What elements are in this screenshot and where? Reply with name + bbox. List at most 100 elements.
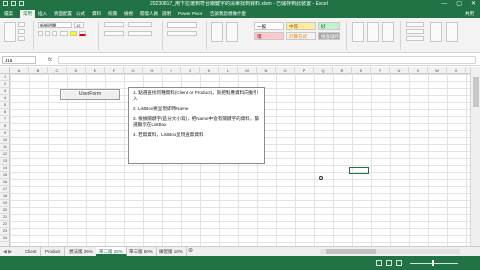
row-header[interactable]: 9 xyxy=(0,130,10,137)
row-header[interactable]: 21 xyxy=(0,214,10,221)
tell-me-search[interactable]: 告訴我您想做什麼 xyxy=(210,10,246,18)
italic-icon[interactable] xyxy=(45,31,50,36)
row-header[interactable]: 5 xyxy=(0,102,10,109)
align-left-icons[interactable] xyxy=(104,31,124,36)
clear-icon[interactable] xyxy=(406,36,424,41)
row-header[interactable]: 3 xyxy=(0,88,10,95)
row-header[interactable]: 6 xyxy=(0,109,10,116)
column-header[interactable]: D xyxy=(67,67,86,74)
insert-cells-button[interactable] xyxy=(352,22,364,42)
column-header[interactable]: U xyxy=(390,67,409,74)
column-header[interactable]: M xyxy=(238,67,257,74)
row-header[interactable]: 18 xyxy=(0,193,10,200)
sheet-tab-product[interactable]: Product xyxy=(42,247,65,256)
row-header[interactable]: 7 xyxy=(0,116,10,123)
column-header[interactable]: H xyxy=(143,67,162,74)
format-cells-button[interactable] xyxy=(382,22,394,42)
column-header[interactable]: G xyxy=(124,67,143,74)
sheet-nav-arrows[interactable]: ◀ ▶ xyxy=(3,248,12,256)
style-neutral[interactable]: 中等 xyxy=(286,22,316,30)
horizontal-scrollbar[interactable] xyxy=(320,249,460,254)
format-as-table-button[interactable] xyxy=(226,22,238,42)
normal-view-icon[interactable] xyxy=(376,260,382,266)
tab-power-pivot[interactable]: Power Pivot xyxy=(178,10,202,18)
font-name-select[interactable]: 新細明體 xyxy=(38,22,72,28)
font-color-icon[interactable] xyxy=(79,31,86,36)
row-header[interactable]: 1 xyxy=(0,74,10,81)
maximize-button[interactable]: ▢ xyxy=(456,1,462,8)
undo-icon[interactable] xyxy=(11,1,16,6)
merge-center-button[interactable] xyxy=(128,31,152,36)
tab-file[interactable]: 檔案 xyxy=(4,10,13,18)
row-header[interactable]: 15 xyxy=(0,172,10,179)
style-normal[interactable]: 一般 xyxy=(254,22,284,30)
style-good[interactable]: 好 xyxy=(318,22,340,30)
row-header[interactable]: 17 xyxy=(0,186,10,193)
row-header[interactable]: 13 xyxy=(0,158,10,165)
tab-view[interactable]: 檢視 xyxy=(124,10,133,18)
zoom-slider[interactable] xyxy=(410,263,458,264)
align-top-icons[interactable] xyxy=(104,22,124,27)
copy-icon[interactable] xyxy=(18,29,25,34)
tab-help[interactable]: 說明 xyxy=(162,10,171,18)
row-header[interactable]: 16 xyxy=(0,179,10,186)
row-header[interactable]: 23 xyxy=(0,228,10,235)
style-check-cell[interactable]: 檢查儲存格 xyxy=(318,32,340,40)
column-header[interactable]: C xyxy=(48,67,67,74)
fill-icon[interactable] xyxy=(406,29,424,34)
column-header[interactable]: R xyxy=(333,67,352,74)
share-button[interactable]: 共用 xyxy=(465,10,474,18)
font-size-select[interactable]: 12 xyxy=(74,22,84,28)
style-calculation[interactable]: 計算方式 xyxy=(286,32,316,40)
cut-icon[interactable] xyxy=(18,22,25,27)
row-header[interactable]: 10 xyxy=(0,137,10,144)
column-header[interactable]: I xyxy=(162,67,181,74)
column-header[interactable]: S xyxy=(352,67,371,74)
vertical-scrollbar[interactable] xyxy=(470,67,480,246)
number-format-icons[interactable] xyxy=(167,31,197,36)
delete-cells-button[interactable] xyxy=(367,22,379,42)
save-icon[interactable] xyxy=(3,1,8,6)
scroll-thumb[interactable] xyxy=(473,77,479,107)
column-header[interactable]: B xyxy=(29,67,48,74)
sheet-tab-practice[interactable]: 練習版 10% xyxy=(156,247,187,256)
column-header[interactable]: T xyxy=(371,67,390,74)
row-header[interactable]: 24 xyxy=(0,235,10,242)
border-icon[interactable] xyxy=(60,31,68,36)
row-header[interactable]: 20 xyxy=(0,207,10,214)
scroll-thumb[interactable] xyxy=(326,249,376,254)
column-header[interactable]: W xyxy=(428,67,447,74)
column-header[interactable]: O xyxy=(276,67,295,74)
column-header[interactable]: P xyxy=(295,67,314,74)
instructions-textbox[interactable]: 1. 點選查找何種資料(Client or Product)，就把對應資料向動引… xyxy=(128,87,265,164)
row-header[interactable]: 11 xyxy=(0,144,10,151)
zoom-slider-knob[interactable] xyxy=(432,260,434,266)
wrap-text-button[interactable] xyxy=(128,22,152,27)
tab-insert[interactable]: 插入 xyxy=(38,10,47,18)
fill-color-icon[interactable] xyxy=(70,31,77,36)
column-header[interactable]: L xyxy=(219,67,238,74)
column-header[interactable]: K xyxy=(200,67,219,74)
sheet-tab-idea-version[interactable]: 想法版 25% xyxy=(66,247,97,256)
row-header[interactable]: 14 xyxy=(0,165,10,172)
bold-icon[interactable] xyxy=(38,31,43,36)
sheet-tab-version-2[interactable]: 單二版 25% xyxy=(96,247,127,256)
style-bad[interactable]: 壞 xyxy=(254,32,284,40)
column-header[interactable]: F xyxy=(105,67,124,74)
sheet-tab-client[interactable]: Client xyxy=(22,247,41,256)
column-header[interactable]: X xyxy=(447,67,466,74)
sort-filter-button[interactable] xyxy=(430,22,442,42)
row-header[interactable]: 19 xyxy=(0,200,10,207)
tab-formulas[interactable]: 公式 xyxy=(76,10,85,18)
number-format-select[interactable] xyxy=(167,22,197,28)
fx-icon[interactable]: fx xyxy=(48,56,52,64)
tab-home[interactable]: 常用 xyxy=(20,10,35,18)
active-cell[interactable] xyxy=(349,167,369,174)
add-sheet-icon[interactable]: ⊕ xyxy=(188,248,193,255)
column-header[interactable]: J xyxy=(181,67,200,74)
tab-page-layout[interactable]: 頁面配置 xyxy=(54,10,72,18)
select-all-corner[interactable] xyxy=(0,67,10,74)
page-break-view-icon[interactable] xyxy=(396,260,402,266)
column-header[interactable]: V xyxy=(409,67,428,74)
row-header[interactable]: 4 xyxy=(0,95,10,102)
